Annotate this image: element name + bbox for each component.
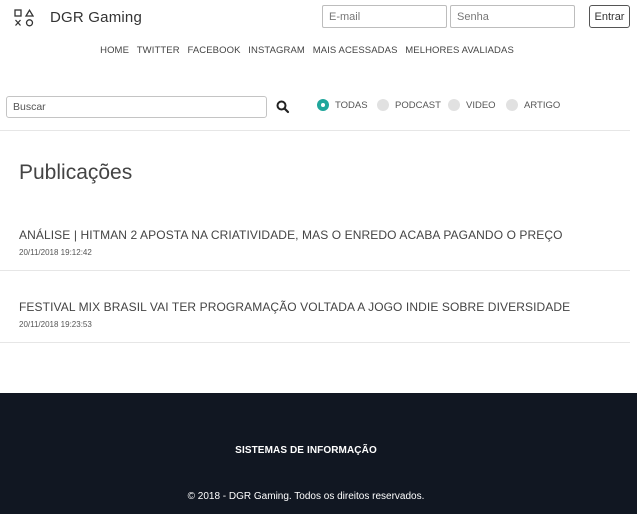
nav-instagram[interactable]: INSTAGRAM	[248, 45, 305, 56]
nav-mais-acessadas[interactable]: MAIS ACESSADAS	[313, 45, 398, 56]
filter-todas-radio[interactable]: TODAS	[317, 98, 368, 112]
filter-artigo-label: ARTIGO	[524, 99, 561, 111]
radio-unchecked-icon	[377, 99, 389, 111]
list-item: ANÁLISE | HITMAN 2 APOSTA NA CRIATIVIDAD…	[19, 228, 563, 257]
filter-todas-label: TODAS	[335, 99, 368, 111]
password-field[interactable]	[450, 5, 575, 28]
playstation-buttons-icon[interactable]	[14, 9, 34, 27]
page-title: Publicações	[19, 161, 133, 184]
radio-unchecked-icon	[506, 99, 518, 111]
nav-twitter[interactable]: TWITTER	[137, 45, 180, 56]
post-title-link[interactable]: ANÁLISE | HITMAN 2 APOSTA NA CRIATIVIDAD…	[19, 228, 563, 242]
filter-artigo-radio[interactable]: ARTIGO	[506, 98, 560, 112]
radio-unchecked-icon	[448, 99, 460, 111]
divider	[0, 270, 630, 271]
main-nav: HOME TWITTER FACEBOOK INSTAGRAM MAIS ACE…	[0, 45, 614, 56]
search-icon[interactable]	[274, 98, 292, 116]
email-field[interactable]	[322, 5, 447, 28]
filter-video-radio[interactable]: VIDEO	[448, 98, 496, 112]
filter-podcast-label: PODCAST	[395, 99, 441, 111]
list-item: FESTIVAL MIX BRASIL VAI TER PROGRAMAÇÃO …	[19, 300, 570, 329]
search-input[interactable]	[6, 96, 267, 118]
nav-facebook[interactable]: FACEBOOK	[187, 45, 240, 56]
nav-melhores-avaliadas[interactable]: MELHORES AVALIADAS	[405, 45, 514, 56]
footer-copyright: © 2018 - DGR Gaming. Todos os direitos r…	[187, 491, 425, 502]
filter-video-label: VIDEO	[466, 99, 496, 111]
nav-home[interactable]: HOME	[100, 45, 129, 56]
footer-title: SISTEMAS DE INFORMAÇÃO	[235, 445, 377, 456]
filter-podcast-radio[interactable]: PODCAST	[377, 98, 441, 112]
post-title-link[interactable]: FESTIVAL MIX BRASIL VAI TER PROGRAMAÇÃO …	[19, 300, 570, 314]
footer: SISTEMAS DE INFORMAÇÃO © 2018 - DGR Gami…	[0, 393, 637, 514]
divider	[0, 130, 630, 131]
radio-checked-icon	[317, 99, 329, 111]
divider	[0, 342, 630, 343]
post-date: 20/11/2018 19:12:42	[19, 248, 92, 257]
login-button[interactable]: Entrar	[589, 5, 630, 28]
brand-title[interactable]: DGR Gaming	[50, 9, 142, 26]
top-bar: DGR Gaming Entrar	[0, 0, 640, 36]
post-date: 20/11/2018 19:23:53	[19, 320, 92, 329]
